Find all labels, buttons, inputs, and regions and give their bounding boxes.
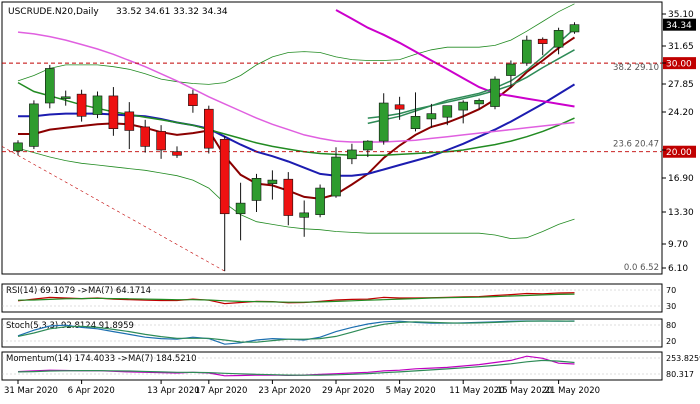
candle-body-23 <box>362 140 373 151</box>
candle-body-3 <box>44 68 55 104</box>
indicator-2-tick-2: 20 <box>666 337 676 346</box>
indicator-3-tick-1: 253.8259 <box>666 354 700 363</box>
indicator-1-tick-2: 30 <box>666 302 676 311</box>
candle-body-27 <box>426 113 437 120</box>
candle-body-33 <box>521 39 532 64</box>
candle-body-31 <box>490 78 500 107</box>
time-tick-label-3: 13 Apr 2020 <box>147 386 200 396</box>
time-tick-label-6: 29 Apr 2020 <box>322 386 375 396</box>
price-tick-label-7: 16.90 <box>668 174 694 184</box>
ohlc-label: 33.52 34.61 33.32 34.34 <box>116 7 228 17</box>
candle-body-35 <box>553 30 564 48</box>
fib-label-3: 0.0 6.52 <box>624 263 659 273</box>
price-tick-label-10: 6.10 <box>668 264 688 274</box>
candle-body-29 <box>458 101 469 111</box>
candle-body-14 <box>219 139 230 215</box>
price-tick-label-8: 13.30 <box>668 208 694 218</box>
chart-svg: USCRUDE.N20,Daily 33.52 34.61 33.32 34.3… <box>0 0 700 400</box>
fib-label-2: 23.6 20.47 <box>613 140 659 150</box>
candle-body-32 <box>506 63 516 76</box>
candle-body-11 <box>172 151 182 156</box>
time-tick-label-7: 5 May 2020 <box>386 386 436 396</box>
candle-body-36 <box>569 24 580 33</box>
level-label-1: 30.00 <box>666 60 692 70</box>
candle-body-12 <box>188 93 198 106</box>
candle-body-4 <box>60 96 71 99</box>
candle-body-21 <box>331 156 341 197</box>
indicator-label-1: RSI(14) 69.1079 ->MA(7) 64.1714 <box>6 286 151 296</box>
candle-body-26 <box>410 115 421 129</box>
candle-body-7 <box>108 95 119 129</box>
price-tick-label-9: 9.70 <box>668 240 688 250</box>
symbol-label: USCRUDE.N20,Daily <box>8 7 99 17</box>
candle-body-15 <box>235 202 246 215</box>
price-tick-label-1: 35.10 <box>668 10 694 20</box>
price-tick-label-4: 27.85 <box>668 80 694 90</box>
fib-label-1: 38.2 29.10 <box>613 63 659 73</box>
price-tick-label-2: 31.65 <box>668 42 694 52</box>
candle-body-18 <box>283 178 294 216</box>
price-tick-label-5: 24.20 <box>668 108 694 118</box>
time-tick-label-2: 6 Apr 2020 <box>68 386 115 396</box>
indicator-3-tick-2: 80.317 <box>666 370 694 379</box>
level-label-2: 20.00 <box>666 148 692 158</box>
candle-body-34 <box>537 38 548 44</box>
candle-body-25 <box>394 104 405 110</box>
time-tick-label-1: 31 Mar 2020 <box>4 386 58 396</box>
candle-body-10 <box>156 131 166 151</box>
candle-body-20 <box>315 187 325 215</box>
indicator-2-tick-1: 80 <box>666 321 676 330</box>
time-tick-label-4: 17 Apr 2020 <box>195 386 248 396</box>
candle-body-16 <box>251 178 262 201</box>
candle-body-13 <box>204 108 214 149</box>
candle-body-5 <box>76 93 87 117</box>
candle-body-28 <box>442 105 453 118</box>
candle-body-24 <box>378 102 389 142</box>
candle-body-1 <box>13 142 23 152</box>
candle-body-22 <box>347 149 357 160</box>
chart-background <box>0 0 700 400</box>
candle-body-8 <box>124 111 135 131</box>
indicator-1-tick-1: 70 <box>666 286 676 295</box>
time-tick-label-10: 21 May 2020 <box>545 386 600 396</box>
candle-body-2 <box>29 103 39 147</box>
candle-body-6 <box>92 95 103 115</box>
candle-body-9 <box>140 126 150 147</box>
candle-body-17 <box>267 179 278 184</box>
indicator-label-3: Momentum(14) 174.4033 ->MA(7) 184.5210 <box>6 354 196 364</box>
time-tick-label-5: 23 Apr 2020 <box>258 386 311 396</box>
last-price-label: 34.34 <box>666 21 692 31</box>
candle-body-19 <box>299 212 310 218</box>
price-chart: USCRUDE.N20,Daily 33.52 34.61 33.32 34.3… <box>0 0 700 400</box>
candle-body-30 <box>474 100 484 105</box>
